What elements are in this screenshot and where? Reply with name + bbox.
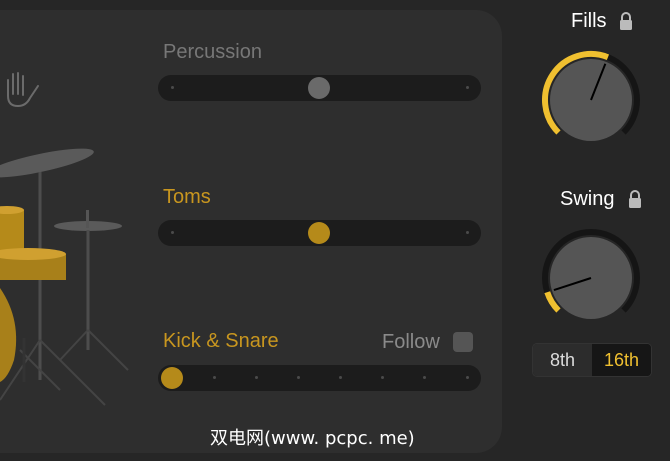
swing-title: Swing [560,188,615,210]
percussion-slider-thumb[interactable] [308,77,330,99]
watermark: 双电网(www. pcpc. me) [210,428,415,449]
percussion-slider[interactable] [158,75,481,101]
toms-label: Toms [163,186,211,208]
lock-icon[interactable] [627,189,643,209]
drum-kit-illustration[interactable] [0,60,140,420]
follow-label[interactable]: Follow [382,331,440,354]
fills-title: Fills [571,10,607,32]
kick-snare-label: Kick & Snare [163,330,279,352]
toms-slider-thumb[interactable] [308,222,330,244]
sixteenth-note-button[interactable]: 16th [592,344,651,376]
crash-cymbal [0,148,94,178]
eighth-note-button[interactable]: 8th [533,344,592,376]
follow-checkbox[interactable] [453,332,473,352]
toms-slider[interactable] [158,220,481,246]
kick-snare-slider[interactable] [158,365,481,391]
note-division-segmented-control[interactable]: 8th 16th [532,343,652,377]
fills-knob[interactable] [539,48,643,152]
swing-knob[interactable] [539,226,643,330]
lock-icon[interactable] [618,11,634,31]
kick-snare-slider-thumb[interactable] [161,367,183,389]
percussion-label: Percussion [163,41,262,63]
kick-drum [0,288,17,382]
hand-clap-icon[interactable] [0,66,44,110]
